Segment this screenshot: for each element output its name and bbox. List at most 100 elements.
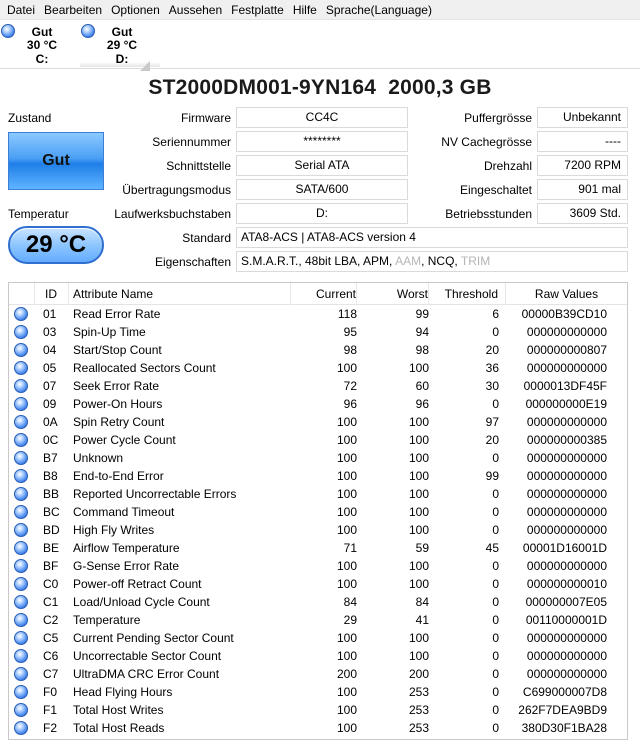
worst-value: 253 <box>408 685 429 699</box>
table-row[interactable]: B8 End-to-End Error 100 100 99 000000000000 <box>9 467 627 485</box>
table-row[interactable]: BC Command Timeout 100 100 0 000000000000 <box>9 503 627 521</box>
header-id[interactable]: ID <box>35 283 69 305</box>
worst-value: 98 <box>415 343 429 357</box>
raw-value: 000000000010 <box>526 577 607 591</box>
worst-value: 253 <box>408 721 429 735</box>
attribute-id: 09 <box>43 397 57 411</box>
threshold-value: 0 <box>492 487 499 501</box>
status-orb-icon <box>14 721 28 735</box>
status-orb-icon <box>14 325 28 339</box>
raw-value: 000000000000 <box>526 667 607 681</box>
health-status-button[interactable]: Gut <box>8 132 104 190</box>
status-orb-icon <box>14 577 28 591</box>
table-row[interactable]: 07 Seek Error Rate 72 60 30 0000013DF45F <box>9 377 627 395</box>
current-value: 118 <box>337 307 357 321</box>
table-row[interactable]: C1 Load/Unload Cycle Count 84 84 0 000000007E… <box>9 593 627 611</box>
worst-value: 100 <box>408 505 429 519</box>
status-orb-icon <box>14 631 28 645</box>
disk-drive-letter: D: <box>115 52 129 66</box>
attribute-id: C6 <box>43 649 59 663</box>
power-on-hours-field: 3609 Std. <box>537 203 628 224</box>
interface-label: Schnittstelle <box>166 159 231 173</box>
raw-value: 000000000000 <box>526 505 607 519</box>
temperature-display[interactable]: 29 °C <box>8 226 104 264</box>
table-body: 01 Read Error Rate 118 99 6 00000B39CD10 03 Spi… <box>9 305 627 737</box>
threshold-value: 0 <box>492 685 499 699</box>
table-row[interactable]: F2 Total Host Reads 100 253 0 380D30F1BA28 <box>9 719 627 737</box>
table-row[interactable]: C0 Power-off Retract Count 100 100 0 00000000… <box>9 575 627 593</box>
worst-value: 100 <box>408 415 429 429</box>
raw-value: 000000000E19 <box>525 397 607 411</box>
table-row[interactable]: C5 Current Pending Sector Count 100 100 0 000… <box>9 629 627 647</box>
header-current[interactable]: Current <box>291 283 357 305</box>
smart-attribute-table[interactable]: ID Attribute Name Current Worst Threshol… <box>8 282 628 740</box>
raw-value: 000000000000 <box>526 415 607 429</box>
header-raw-values[interactable]: Raw Values <box>506 283 627 305</box>
table-row[interactable]: F1 Total Host Writes 100 253 0 262F7DEA9BD9 <box>9 701 627 719</box>
attribute-name: Total Host Reads <box>73 721 165 735</box>
worst-value: 60 <box>415 379 429 393</box>
table-row[interactable]: 0C Power Cycle Count 100 100 20 000000000385 <box>9 431 627 449</box>
table-row[interactable]: 0A Spin Retry Count 100 100 97 000000000000 <box>9 413 627 431</box>
menu-hilfe[interactable]: Hilfe <box>290 0 323 20</box>
raw-value: 00000B39CD10 <box>521 307 607 321</box>
status-orb-icon <box>14 307 28 321</box>
table-row[interactable]: 09 Power-On Hours 96 96 0 000000000E19 <box>9 395 627 413</box>
attribute-name: Current Pending Sector Count <box>73 631 234 645</box>
table-row[interactable]: BE Airflow Temperature 71 59 45 00001D16001D <box>9 539 627 557</box>
menu-bearbeiten[interactable]: Bearbeiten <box>41 0 108 20</box>
attribute-name: UltraDMA CRC Error Count <box>73 667 220 681</box>
table-row[interactable]: C2 Temperature 29 41 0 00110000001D <box>9 611 627 629</box>
table-row[interactable]: C7 UltraDMA CRC Error Count 200 200 0 0000000… <box>9 665 627 683</box>
rotation-rate-label: Drehzahl <box>483 159 532 173</box>
table-row[interactable]: C6 Uncorrectable Sector Count 100 100 0 00000… <box>9 647 627 665</box>
table-row[interactable]: 01 Read Error Rate 118 99 6 00000B39CD10 <box>9 305 627 323</box>
table-row[interactable]: 04 Start/Stop Count 98 98 20 000000000807 <box>9 341 627 359</box>
worst-value: 100 <box>408 559 429 573</box>
power-on-count-field: 901 mal <box>537 179 628 200</box>
worst-value: 200 <box>408 667 429 681</box>
menu-bar: Datei Bearbeiten Optionen Aussehen Festp… <box>0 0 640 20</box>
raw-value: 000000000000 <box>526 325 607 339</box>
header-attribute-name[interactable]: Attribute Name <box>69 283 291 305</box>
table-row[interactable]: BF G-Sense Error Rate 100 100 0 000000000000 <box>9 557 627 575</box>
status-orb-icon <box>14 343 28 357</box>
menu-datei[interactable]: Datei <box>4 0 41 20</box>
menu-sprache[interactable]: Sprache(Language) <box>323 0 438 20</box>
status-orb-icon <box>14 361 28 375</box>
current-value: 84 <box>343 595 357 609</box>
worst-value: 100 <box>408 361 429 375</box>
attribute-name: Reported Uncorrectable Errors <box>73 487 237 501</box>
header-status-column[interactable] <box>9 283 35 305</box>
table-row[interactable]: BD High Fly Writes 100 100 0 000000000000 <box>9 521 627 539</box>
table-row[interactable]: 03 Spin-Up Time 95 94 0 000000000000 <box>9 323 627 341</box>
threshold-value: 0 <box>492 649 499 663</box>
current-value: 100 <box>336 469 357 483</box>
attribute-id: BF <box>43 559 59 573</box>
worst-value: 100 <box>408 649 429 663</box>
menu-optionen[interactable]: Optionen <box>108 0 166 20</box>
current-value: 100 <box>336 415 357 429</box>
serial-label: Seriennummer <box>152 135 231 149</box>
raw-value: 000000000385 <box>526 433 607 447</box>
attribute-name: Power-On Hours <box>73 397 163 411</box>
status-orb-icon <box>14 685 28 699</box>
table-row[interactable]: 05 Reallocated Sectors Count 100 100 36 00000… <box>9 359 627 377</box>
menu-aussehen[interactable]: Aussehen <box>166 0 228 20</box>
status-orb-icon <box>14 523 28 537</box>
threshold-value: 99 <box>485 469 499 483</box>
header-worst[interactable]: Worst <box>357 283 429 305</box>
menu-festplatte[interactable]: Festplatte <box>228 0 290 20</box>
disk-tab-c[interactable]: Gut 30 °C C: <box>0 21 80 67</box>
table-row[interactable]: BB Reported Uncorrectable Errors 100 100 0 00… <box>9 485 627 503</box>
buffer-size-field: Unbekannt <box>537 107 628 128</box>
table-row[interactable]: F0 Head Flying Hours 100 253 0 C699000007D8 <box>9 683 627 701</box>
disk-tab-d[interactable]: Gut 29 °C D: <box>80 21 160 71</box>
header-threshold[interactable]: Threshold <box>429 283 506 305</box>
attribute-id: 04 <box>43 343 57 357</box>
raw-value: 262F7DEA9BD9 <box>518 703 607 717</box>
disk-status: Gut <box>111 25 133 39</box>
threshold-value: 0 <box>492 505 499 519</box>
table-row[interactable]: B7 Unknown 100 100 0 000000000000 <box>9 449 627 467</box>
current-value: 100 <box>336 451 357 465</box>
